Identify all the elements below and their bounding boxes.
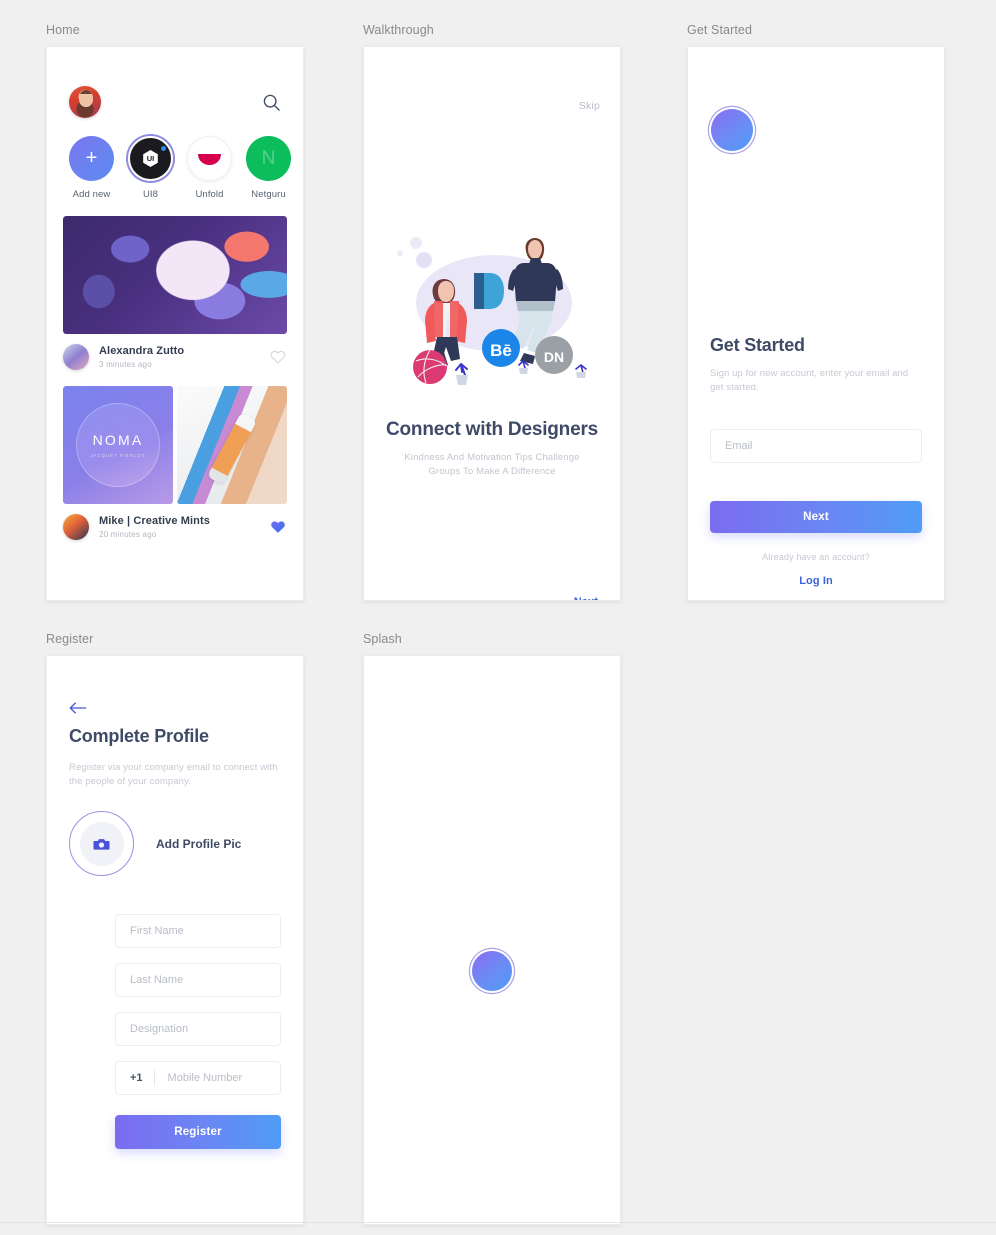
post-author-name: Mike | Creative Mints — [99, 515, 210, 527]
post-meta: Mike | Creative Mints 20 minutes ago — [47, 504, 303, 540]
screen-get-started: Get Started Sign up for new account, ent… — [687, 46, 945, 601]
frame-label-get-started: Get Started — [687, 23, 753, 37]
frame-label-splash: Splash — [363, 632, 402, 646]
mobile-number-field[interactable]: +1 Mobile Number — [115, 1061, 281, 1095]
heart-outline-icon[interactable] — [269, 348, 287, 366]
frame-label-walkthrough: Walkthrough — [363, 23, 434, 37]
have-account-text: Already have an account? — [762, 552, 870, 562]
next-button[interactable]: Next — [710, 501, 922, 533]
frame-get-started: Get Started Get Started Sign up for new … — [687, 23, 945, 601]
post-media[interactable] — [63, 216, 287, 334]
story-ui8[interactable]: UI UI8 — [128, 136, 173, 200]
post-card[interactable]: Alexandra Zutto 3 minutes ago — [47, 216, 303, 370]
home-feed: Alexandra Zutto 3 minutes ago NOMA JACQU… — [47, 216, 303, 540]
svg-text:DN: DN — [544, 349, 564, 365]
email-field[interactable]: Email — [710, 429, 922, 463]
screen-home: + Add new UI UI8 Unfold N Netguru Alexan… — [46, 46, 304, 601]
post-meta: Alexandra Zutto 3 minutes ago — [47, 334, 303, 370]
walkthrough-title: Connect with Designers — [385, 419, 599, 440]
last-name-field[interactable]: Last Name — [115, 963, 281, 997]
frame-label-home: Home — [46, 23, 80, 37]
post-image-secondary — [177, 386, 287, 504]
app-logo-icon — [472, 951, 512, 991]
unfold-logo-icon — [187, 136, 232, 181]
frame-home: Home + Add new UI UI8 Unfold N Netguru A… — [46, 23, 304, 601]
post-author-avatar[interactable] — [63, 344, 89, 370]
screens-board: Home + Add new UI UI8 Unfold N Netguru A… — [0, 0, 996, 1235]
post-media-subtitle: JACQUET PIERLOT — [90, 453, 146, 458]
netguru-logo-icon: N — [246, 136, 291, 181]
walkthrough-illustration: Bē DN — [397, 237, 587, 385]
heart-filled-icon[interactable] — [269, 518, 287, 536]
register-button[interactable]: Register — [115, 1115, 281, 1149]
home-header — [47, 47, 303, 118]
camera-icon — [93, 838, 110, 850]
page-subtitle: Sign up for new account, enter your emai… — [710, 368, 909, 394]
post-timestamp: 3 minutes ago — [99, 360, 152, 369]
frame-register: Register Complete Profile Register via y… — [46, 632, 304, 1225]
frame-walkthrough: Walkthrough Skip Bē DN Connect with Desi… — [363, 23, 621, 601]
page-subtitle: Register via your company email to conne… — [69, 762, 278, 788]
svg-text:Bē: Bē — [490, 341, 512, 360]
frame-splash: Splash — [363, 632, 621, 1225]
mobile-number-placeholder: Mobile Number — [167, 1072, 243, 1084]
add-profile-pic-label: Add Profile Pic — [156, 836, 242, 851]
page-title: Complete Profile — [69, 726, 209, 746]
country-code[interactable]: +1 — [116, 1072, 154, 1084]
post-timestamp: 20 minutes ago — [99, 530, 157, 539]
next-button[interactable]: Next — [574, 596, 598, 600]
add-profile-pic-row[interactable]: Add Profile Pic — [69, 811, 241, 876]
avatar[interactable] — [69, 86, 101, 118]
footer-divider — [0, 1222, 996, 1223]
back-arrow-icon[interactable] — [69, 700, 87, 716]
plus-icon: + — [69, 136, 114, 181]
story-label: UI8 — [142, 189, 159, 200]
skip-button[interactable]: Skip — [579, 100, 600, 112]
screen-register: Complete Profile Register via your compa… — [46, 655, 304, 1225]
search-icon[interactable] — [262, 93, 281, 112]
walkthrough-subtitle: Kindness And Motivation Tips Challenge G… — [404, 452, 580, 477]
page-title: Get Started — [710, 335, 805, 355]
frame-label-register: Register — [46, 632, 94, 646]
story-label: Add new — [72, 189, 111, 200]
story-add-new[interactable]: + Add new — [69, 136, 114, 200]
story-label: Netguru — [251, 189, 286, 200]
post-author-avatar[interactable] — [63, 514, 89, 540]
post-author-name: Alexandra Zutto — [99, 345, 185, 357]
post-card[interactable]: NOMA JACQUET PIERLOT Mike | Creative Min… — [47, 386, 303, 540]
stories-row[interactable]: + Add new UI UI8 Unfold N Netguru — [47, 118, 303, 200]
first-name-field[interactable]: First Name — [115, 914, 281, 948]
post-image: NOMA JACQUET PIERLOT — [63, 386, 173, 504]
profile-pic-ring[interactable] — [69, 811, 134, 876]
story-label: Unfold — [195, 189, 224, 200]
screen-splash — [363, 655, 621, 1225]
designation-field[interactable]: Designation — [115, 1012, 281, 1046]
post-media[interactable]: NOMA JACQUET PIERLOT — [63, 386, 287, 504]
ui8-logo-icon: UI — [128, 136, 173, 181]
screen-walkthrough: Skip Bē DN Connect with Designers Kindne… — [363, 46, 621, 601]
app-logo-icon — [711, 109, 753, 151]
post-media-title: NOMA — [92, 432, 144, 448]
story-netguru[interactable]: N Netguru — [246, 136, 291, 200]
post-image — [63, 216, 287, 334]
story-unfold[interactable]: Unfold — [187, 136, 232, 200]
login-link[interactable]: Log In — [688, 575, 944, 587]
